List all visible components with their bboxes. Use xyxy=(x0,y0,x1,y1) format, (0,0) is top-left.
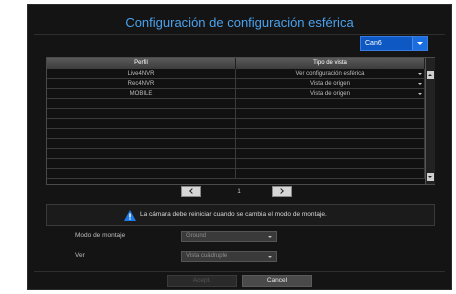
empty-cell xyxy=(47,159,236,169)
empty-cell xyxy=(47,99,236,109)
table-row-empty xyxy=(47,149,425,159)
warning-triangle-icon xyxy=(124,210,136,221)
mount-mode-select[interactable]: Ground xyxy=(181,231,277,242)
chevron-down-icon xyxy=(412,37,427,50)
chevron-right-icon xyxy=(278,188,284,194)
empty-cell xyxy=(47,119,236,129)
empty-cell xyxy=(47,139,236,149)
table-row-empty xyxy=(47,139,425,149)
profile-cell: MOBILE xyxy=(47,89,236,99)
view-type-value: Vista de origen xyxy=(310,81,350,87)
view-type-value: Ver configuración esférica xyxy=(295,71,365,77)
warning-text: La cámara debe reiniciar cuando se cambi… xyxy=(140,211,327,218)
mount-mode-value: Ground xyxy=(186,233,207,239)
table-row[interactable]: Rec4NVR Vista de origen xyxy=(47,79,425,89)
empty-cell xyxy=(236,139,425,149)
table-row-empty xyxy=(47,119,425,129)
table-row-empty xyxy=(47,99,425,109)
table-scrollbar[interactable] xyxy=(425,58,435,184)
empty-cell xyxy=(236,99,425,109)
table-body: Live4NVR Ver configuración esférica Rec4… xyxy=(47,69,425,179)
profile-cell: Rec4NVR xyxy=(47,79,236,89)
table-row[interactable]: Live4NVR Ver configuración esférica xyxy=(47,69,425,79)
page-number: 1 xyxy=(237,189,241,195)
empty-cell xyxy=(236,119,425,129)
scroll-up-icon[interactable] xyxy=(427,71,434,79)
column-header-view-type: Tipo de vista xyxy=(236,58,425,69)
empty-cell xyxy=(236,109,425,119)
view-type-select[interactable]: Vista de origen xyxy=(236,79,425,89)
view-label: Ver xyxy=(75,252,85,259)
view-type-value: Vista de origen xyxy=(310,91,350,97)
camera-select-value: Can6 xyxy=(365,40,382,47)
chevron-down-icon xyxy=(268,236,272,238)
chevron-down-icon xyxy=(268,256,272,258)
title-divider xyxy=(34,34,445,35)
empty-cell xyxy=(236,129,425,139)
footer-divider xyxy=(34,271,445,272)
empty-cell xyxy=(236,169,425,179)
empty-cell xyxy=(47,169,236,179)
table-row-empty xyxy=(47,159,425,169)
profile-cell: Live4NVR xyxy=(47,69,236,79)
empty-cell xyxy=(47,129,236,139)
camera-select[interactable]: Can6 xyxy=(360,36,428,51)
empty-cell xyxy=(236,159,425,169)
empty-cell xyxy=(47,109,236,119)
empty-cell xyxy=(236,149,425,159)
next-page-button[interactable] xyxy=(272,186,292,197)
empty-cell xyxy=(47,149,236,159)
view-select[interactable]: Vista cuádruple xyxy=(181,251,277,262)
chevron-down-icon xyxy=(418,73,422,75)
chevron-left-icon xyxy=(189,188,195,194)
spherical-config-dialog: Configuración de configuración esférica … xyxy=(27,4,452,290)
table-header: Perfil Tipo de vista xyxy=(47,58,425,69)
table-row-empty xyxy=(47,129,425,139)
view-type-select[interactable]: Ver configuración esférica xyxy=(236,69,425,79)
table-row-empty xyxy=(47,109,425,119)
chevron-down-icon xyxy=(418,93,422,95)
dialog-title: Configuración de configuración esférica xyxy=(125,15,354,30)
view-value: Vista cuádruple xyxy=(186,253,228,259)
prev-page-button[interactable] xyxy=(181,186,201,197)
column-header-profile: Perfil xyxy=(47,58,236,69)
view-type-select[interactable]: Vista de origen xyxy=(236,89,425,99)
mount-mode-label: Modo de montaje xyxy=(75,232,126,239)
profile-table: Perfil Tipo de vista Live4NVR Ver config… xyxy=(46,57,435,185)
chevron-down-icon xyxy=(418,83,422,85)
accept-button[interactable]: Acept. xyxy=(167,275,237,287)
table-row-empty xyxy=(47,169,425,179)
scroll-down-icon[interactable] xyxy=(427,173,434,181)
table-row[interactable]: MOBILE Vista de origen xyxy=(47,89,425,99)
warning-banner: La cámara debe reiniciar cuando se cambi… xyxy=(46,204,435,226)
cancel-button[interactable]: Cancel xyxy=(242,275,312,287)
